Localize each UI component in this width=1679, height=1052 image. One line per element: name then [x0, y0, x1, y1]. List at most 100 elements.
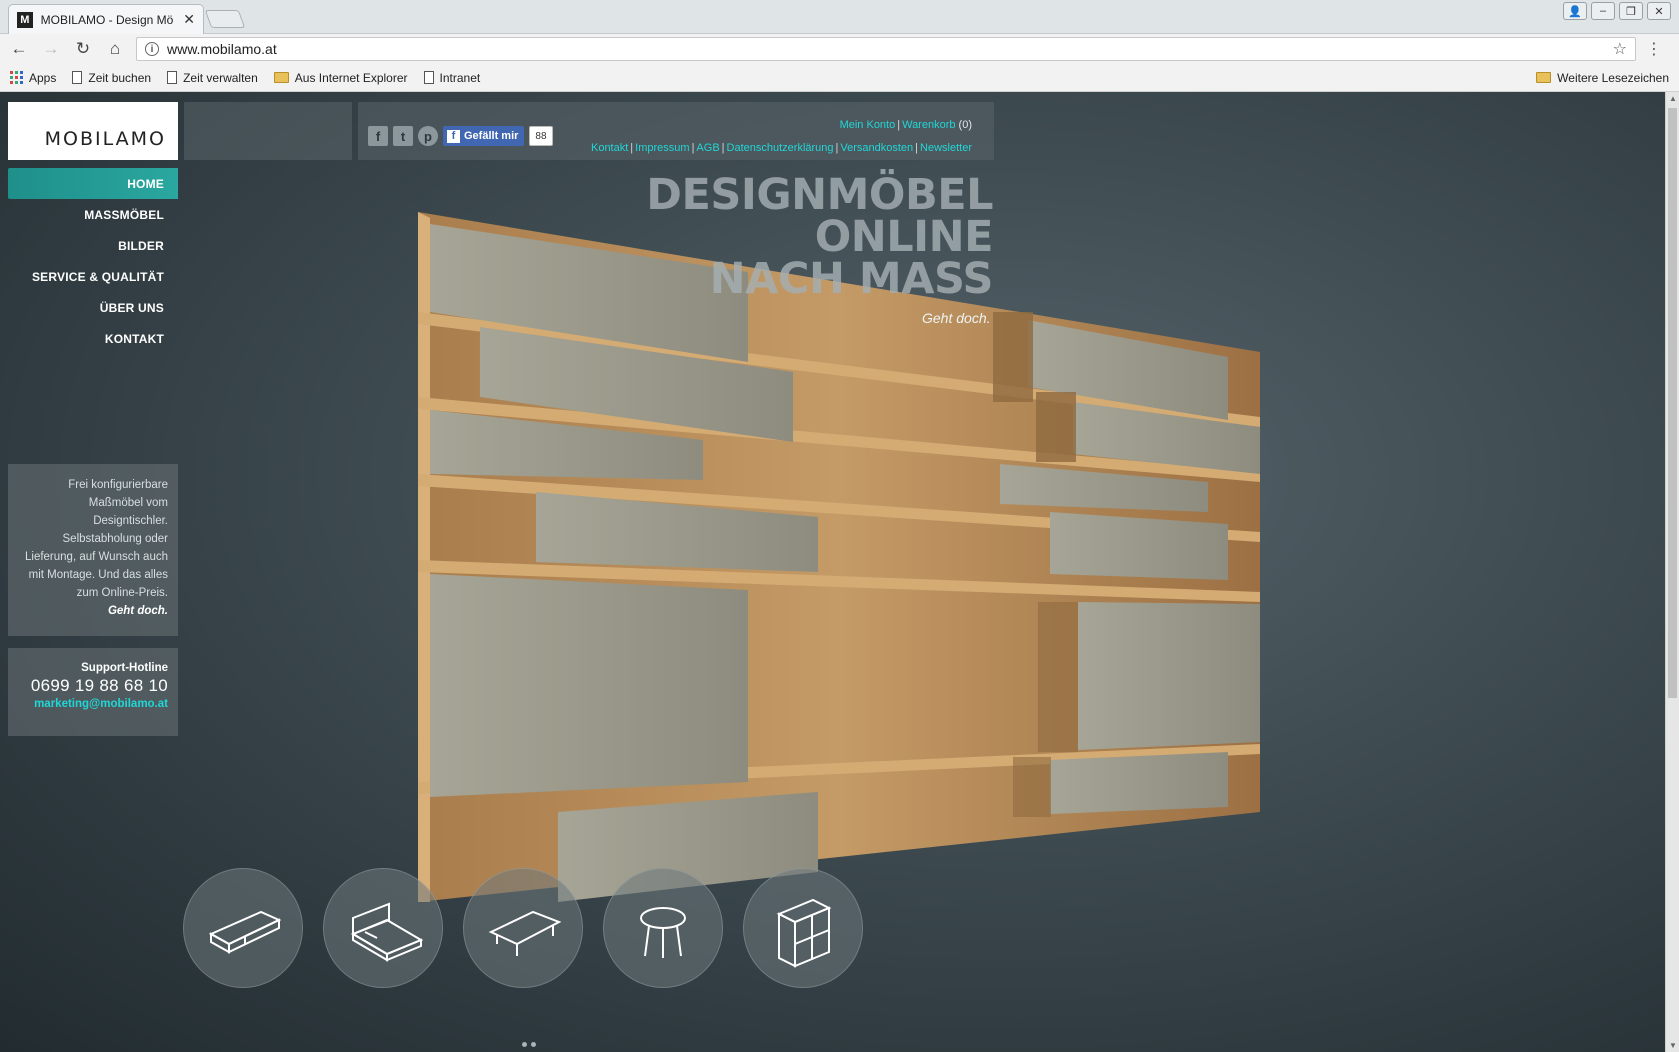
hotline-label: Support-Hotline — [81, 662, 168, 674]
bookmark-label: Zeit buchen — [88, 70, 152, 85]
footer-link-versandkosten[interactable]: Versandkosten — [840, 142, 913, 154]
nav-kontakt[interactable]: KONTAKT — [8, 323, 178, 354]
cart-link[interactable]: Warenkorb — [902, 119, 955, 131]
shelf-hero-image — [418, 212, 1260, 902]
logo-text: MOBILAMO — [44, 128, 166, 150]
main-navigation: HOME MASSMÖBEL BILDER SERVICE & QUALITÄT… — [8, 168, 178, 354]
site-logo[interactable]: MOBILAMO — [8, 102, 178, 160]
bookmark-label: Apps — [29, 70, 57, 85]
tab-title: MOBILAMO - Design Mö — [40, 12, 174, 27]
header-patch — [184, 102, 352, 160]
page-icon — [167, 71, 178, 84]
close-tab-icon[interactable]: ✕ — [183, 11, 195, 28]
info-geht-doch: Geht doch. — [107, 605, 168, 617]
bookmark-other[interactable]: Weitere Lesezeichen — [1536, 71, 1669, 85]
header-links: Mein Konto | Warenkorb (0) Kontakt | Impress… — [590, 119, 972, 154]
restore-icon[interactable]: ❐ — [1619, 2, 1643, 20]
minimize-icon[interactable]: – — [1591, 2, 1615, 20]
category-bed[interactable] — [323, 868, 443, 988]
browser-tabbar: M MOBILAMO - Design Mö ✕ 👤 – ❐ ✕ — [0, 0, 1679, 34]
home-icon[interactable]: ⌂ — [104, 39, 126, 59]
bookmarks-bar: Apps Zeit buchen Zeit verwalten Aus Inte… — [0, 64, 1679, 92]
cart-count: (0) — [958, 119, 972, 131]
footer-link-agb[interactable]: AGB — [696, 142, 719, 154]
bookmark-zeit-verwalten[interactable]: Zeit verwalten — [167, 71, 258, 85]
twitter-icon[interactable]: t — [393, 126, 413, 146]
info-text: Frei konfigurierbare Maßmöbel vom Design… — [25, 479, 168, 599]
nav-home[interactable]: HOME — [8, 168, 178, 199]
support-hotline: Support-Hotline 0699 19 88 68 10 marketi… — [8, 648, 178, 736]
pager-dot[interactable] — [531, 1042, 536, 1047]
window-controls: 👤 – ❐ ✕ — [1563, 2, 1671, 20]
address-bar[interactable]: i www.mobilamo.at ☆ — [136, 37, 1636, 61]
nav-ueber-uns[interactable]: ÜBER UNS — [8, 292, 178, 323]
bookmark-apps[interactable]: Apps — [10, 71, 56, 85]
headline-line: NACH MASS — [709, 254, 994, 304]
facebook-icon[interactable]: f — [368, 126, 388, 146]
bed-icon — [350, 902, 424, 962]
nav-service[interactable]: SERVICE & QUALITÄT — [8, 261, 178, 292]
bookmark-label: Weitere Lesezeichen — [1557, 70, 1669, 85]
bookmark-folder-ie[interactable]: Aus Internet Explorer — [273, 70, 408, 85]
folder-icon — [273, 72, 289, 83]
category-table[interactable] — [463, 868, 583, 988]
bookmark-intranet[interactable]: Intranet — [423, 70, 481, 85]
lowboard-icon — [208, 910, 282, 954]
footer-link-datenschutz[interactable]: Datenschutzerklärung — [727, 142, 834, 154]
folder-icon — [1536, 72, 1552, 83]
side-table-icon — [640, 907, 686, 958]
nav-massmoebel[interactable]: MASSMÖBEL — [8, 199, 178, 230]
site-favicon: M — [17, 11, 33, 28]
url-text[interactable]: www.mobilamo.at — [167, 41, 1605, 57]
back-icon[interactable]: ← — [8, 39, 30, 59]
browser-toolbar: ← → ↻ ⌂ i www.mobilamo.at ☆ ⋮ — [0, 34, 1679, 64]
table-icon — [488, 910, 562, 956]
footer-link-newsletter[interactable]: Newsletter — [920, 142, 972, 154]
new-tab-button[interactable] — [204, 10, 246, 28]
bookmark-label: Aus Internet Explorer — [294, 70, 408, 85]
hero-headline: DESIGNMÖBEL ONLINE NACH MASS — [646, 170, 994, 304]
close-window-icon[interactable]: ✕ — [1647, 2, 1671, 20]
facebook-logo-icon: f — [447, 129, 460, 143]
footer-link-kontakt[interactable]: Kontakt — [591, 142, 628, 154]
menu-icon[interactable]: ⋮ — [1646, 39, 1662, 59]
profile-icon[interactable]: 👤 — [1563, 2, 1587, 20]
shelf-cube-icon — [776, 898, 832, 968]
browser-tab[interactable]: M MOBILAMO - Design Mö ✕ — [8, 4, 204, 34]
page-icon — [72, 71, 83, 84]
bookmark-label: Intranet — [439, 70, 481, 85]
info-box: Frei konfigurierbare Maßmöbel vom Design… — [8, 464, 178, 636]
like-label: Gefällt mir — [464, 130, 519, 142]
like-count: 88 — [529, 126, 553, 146]
bookmark-star-icon[interactable]: ☆ — [1613, 39, 1627, 59]
facebook-like-button[interactable]: f Gefällt mir — [443, 126, 525, 146]
apps-icon — [10, 71, 23, 84]
category-shelf[interactable] — [743, 868, 863, 988]
scroll-down-icon[interactable]: ▼ — [1669, 1041, 1677, 1050]
bookmark-zeit-buchen[interactable]: Zeit buchen — [72, 71, 151, 85]
category-side-table[interactable] — [603, 868, 723, 988]
headline-line: DESIGNMÖBEL — [646, 170, 993, 220]
hotline-phone[interactable]: 0699 19 88 68 10 — [18, 676, 168, 696]
forward-icon[interactable]: → — [40, 39, 62, 59]
category-lowboard[interactable] — [183, 868, 303, 988]
nav-bilder[interactable]: BILDER — [8, 230, 178, 261]
scrollbar-thumb[interactable] — [1668, 108, 1677, 698]
footer-link-impressum[interactable]: Impressum — [635, 142, 689, 154]
social-bar: f t p f Gefällt mir 88 Mein Konto | Warenk… — [358, 102, 994, 160]
category-buttons — [183, 868, 863, 988]
pager-dot[interactable] — [522, 1042, 527, 1047]
bookmark-label: Zeit verwalten — [183, 70, 258, 85]
hotline-email[interactable]: marketing@mobilamo.at — [18, 698, 168, 710]
info-icon[interactable]: i — [145, 42, 159, 56]
page-scrollbar[interactable]: ▲ ▼ — [1665, 92, 1679, 1052]
web-page: MOBILAMO f t p f Gefällt mir 88 Mein Kon… — [0, 92, 1679, 1052]
page-icon — [423, 71, 434, 84]
scroll-up-icon[interactable]: ▲ — [1669, 94, 1677, 103]
reload-icon[interactable]: ↻ — [72, 39, 94, 59]
hero-tagline: Geht doch. — [922, 310, 991, 326]
headline-line: ONLINE — [814, 212, 994, 262]
pinterest-icon[interactable]: p — [418, 126, 438, 146]
my-account-link[interactable]: Mein Konto — [840, 119, 896, 131]
slider-pager[interactable] — [522, 1042, 536, 1047]
